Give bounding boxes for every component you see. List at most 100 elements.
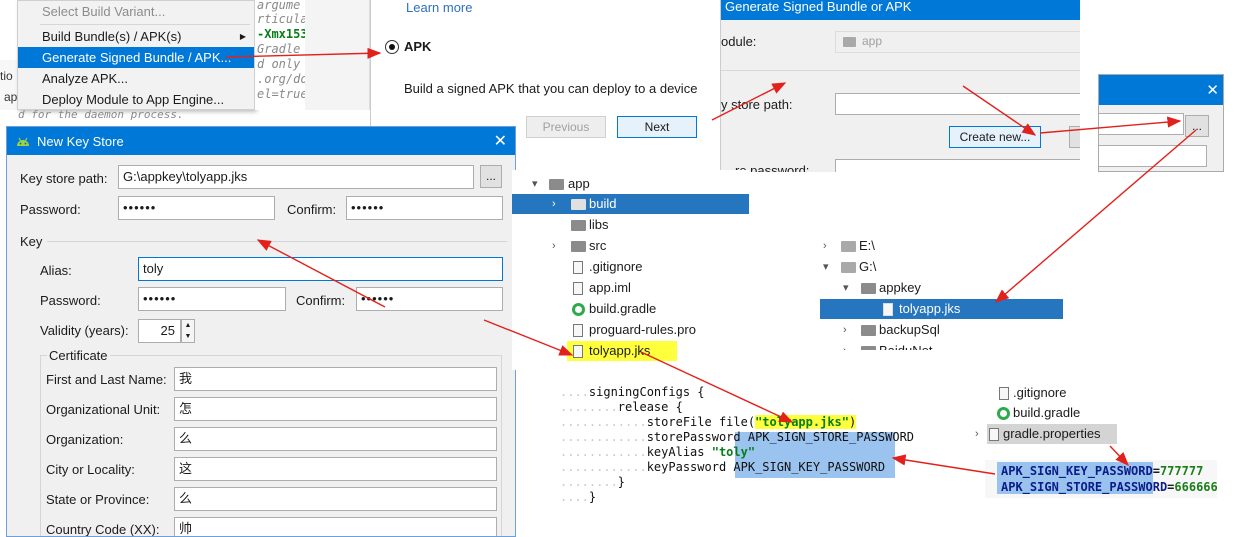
divider [721, 70, 1080, 71]
tree-item-label: appkey [879, 280, 921, 295]
alias-input[interactable]: toly [138, 257, 503, 281]
tree-item-proguard[interactable]: proguard-rules.pro [512, 320, 749, 340]
alias-label: Alias: [40, 263, 72, 278]
property-line: APK_SIGN_KEY_PASSWORD=777777 [1001, 464, 1204, 478]
properties-file-icon [989, 428, 999, 441]
edge-text-2: ap [4, 90, 18, 104]
key-confirm-label: Confirm: [296, 293, 346, 308]
menu-item-analyze-apk[interactable]: Analyze APK... [18, 68, 254, 89]
divider [47, 241, 507, 242]
cert-label-organization: Organization: [46, 432, 124, 447]
gradle-icon [572, 303, 585, 316]
tree-item-tolyapp-jks[interactable]: tolyapp.jks [567, 341, 677, 361]
key-store-path-label: y store path: [721, 97, 793, 112]
code-line: ............keyAlias "toly" [560, 445, 756, 459]
close-icon[interactable]: ✕ [494, 131, 507, 151]
next-button[interactable]: Next [617, 116, 697, 138]
cert-input-organization[interactable]: 么 [174, 427, 497, 451]
drive-icon [841, 241, 856, 252]
code-line: ....} [560, 490, 597, 504]
confirm-label: Confirm: [287, 202, 337, 217]
validity-input[interactable]: 25 [138, 319, 181, 343]
learn-more-link[interactable]: Learn more [406, 0, 472, 15]
tree-item-backupsql[interactable]: › backupSql [815, 320, 1052, 340]
tree-item-build[interactable]: › build [512, 194, 749, 214]
chevron-right-icon[interactable]: › [823, 236, 827, 256]
tree-item-build-gradle[interactable]: build.gradle [512, 299, 749, 319]
module-select[interactable]: app [835, 31, 1080, 53]
tree-item-label: gradle.properties [1003, 426, 1101, 441]
chevron-down-icon[interactable]: ▾ [532, 174, 538, 194]
folder-icon [843, 37, 856, 47]
tree-item-app[interactable]: ▾ app [512, 174, 749, 194]
tree-item-tolyapp-jks-file[interactable]: tolyapp.jks [820, 299, 1063, 319]
code-line: argume [257, 0, 301, 12]
code-line: ............keyPassword APK_SIGN_KEY_PAS… [560, 460, 886, 474]
previous-button[interactable]: Previous [526, 116, 606, 138]
tree-item-e-drive[interactable]: › E:\ [815, 236, 1052, 256]
tree-item-gitignore[interactable]: .gitignore [995, 383, 1145, 403]
dialog-title: Generate Signed Bundle or APK [725, 0, 912, 14]
chevron-down-icon[interactable]: ▾ [843, 278, 849, 298]
chevron-right-icon[interactable]: › [843, 320, 847, 340]
browse-button[interactable]: ... [480, 165, 502, 188]
key-store-path-input[interactable]: G:\appkey\tolyapp.jks [118, 165, 474, 189]
editor-gutter [305, 0, 370, 110]
keystore-path-input[interactable] [1099, 113, 1184, 135]
key-store-path-input[interactable] [835, 93, 1080, 115]
key-password-input[interactable]: •••••• [138, 287, 286, 311]
tree-item-label: G:\ [859, 259, 877, 274]
key-password-label: Password: [40, 293, 101, 308]
password-input[interactable]: •••••• [118, 196, 275, 220]
chevron-right-icon[interactable]: › [552, 236, 556, 256]
cert-input-state[interactable]: 么 [174, 487, 497, 511]
tree-item-libs[interactable]: libs [512, 215, 749, 235]
chevron-right-icon[interactable]: › [552, 194, 556, 214]
file-icon [573, 282, 583, 295]
browse-button[interactable]: ... [1185, 115, 1209, 137]
close-icon[interactable]: ✕ [1206, 81, 1219, 99]
folder-icon [571, 220, 586, 231]
apk-radio[interactable] [385, 40, 399, 54]
tree-item-g-drive[interactable]: ▾ G:\ [815, 257, 1052, 277]
validity-spinner[interactable]: ▲ ▼ [181, 319, 195, 343]
cert-input-country[interactable]: 帅 [174, 517, 497, 536]
tree-item-app-iml[interactable]: app.iml [512, 278, 749, 298]
tree-item-build-gradle[interactable]: build.gradle [995, 403, 1145, 423]
build-menu: Select Build Variant... Build Bundle(s) … [17, 0, 255, 110]
chevron-down-icon[interactable]: ▾ [823, 257, 829, 277]
key-store-path-label: Key store path: [20, 171, 108, 186]
menu-item-generate-signed[interactable]: Generate Signed Bundle / APK... [18, 47, 254, 68]
folder-icon [861, 283, 876, 294]
password-input[interactable] [1099, 145, 1207, 167]
menu-item-deploy-module[interactable]: Deploy Module to App Engine... [18, 89, 254, 110]
cert-input-city[interactable]: 这 [174, 457, 497, 481]
cert-input-name[interactable]: 我 [174, 367, 497, 391]
tree-item-label: app [568, 176, 590, 191]
confirm-input[interactable]: •••••• [346, 196, 503, 220]
code-line: ........} [560, 475, 626, 489]
tree-item-gitignore[interactable]: .gitignore [512, 257, 749, 277]
create-new-button[interactable]: Create new... [949, 126, 1041, 148]
tree-item-label: tolyapp.jks [899, 301, 961, 316]
tree-item-baidunet[interactable]: › BaiduNet [815, 341, 1052, 350]
background-code-editor: argume rticula -Xmx153 Gradle d only .or… [255, 0, 305, 110]
choose-keystore-dialog: ✕ ... [1098, 74, 1224, 172]
menu-item-select-build-variant[interactable]: Select Build Variant... [18, 1, 254, 22]
dialog-title: New Key Store [37, 134, 124, 149]
cert-label-city: City or Locality: [46, 462, 135, 477]
menu-item-build-bundle[interactable]: Build Bundle(s) / APK(s) ▶ [18, 26, 254, 47]
store-password-input[interactable] [835, 159, 1080, 172]
folder-icon [571, 241, 586, 252]
chevron-right-icon[interactable]: › [975, 424, 979, 444]
cert-label-country: Country Code (XX): [46, 522, 160, 537]
left-edge-strip: tio ap [0, 60, 17, 110]
tree-item-src[interactable]: › src [512, 236, 749, 256]
choose-existing-button[interactable] [1069, 126, 1080, 148]
tree-item-gradle-properties[interactable]: › gradle.properties [975, 424, 1127, 444]
cert-input-org-unit[interactable]: 怎 [174, 397, 497, 421]
tree-item-appkey[interactable]: ▾ appkey [815, 278, 1052, 298]
chevron-right-icon[interactable]: › [843, 341, 847, 350]
key-confirm-input[interactable]: •••••• [356, 287, 503, 311]
folder-icon [571, 199, 586, 210]
